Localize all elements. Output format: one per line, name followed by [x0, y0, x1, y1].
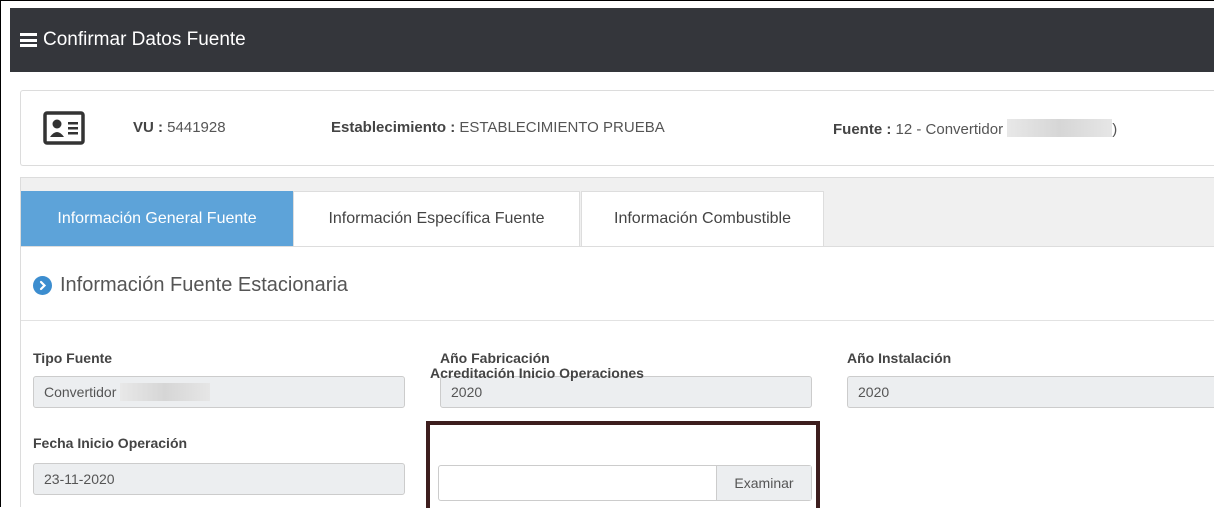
acreditacion-file-input[interactable]: Examinar	[438, 465, 812, 501]
source-suffix: )	[1112, 121, 1118, 138]
redacted-block	[120, 383, 211, 401]
tab-bar: Información General Fuente Información E…	[21, 178, 1214, 247]
vu-field: VU : 5441928	[133, 119, 226, 136]
examinar-label: Examinar	[734, 475, 794, 491]
source-info-box: VU : 5441928 Establecimiento : ESTABLECI…	[20, 90, 1214, 166]
tab-informacion-combustible[interactable]: Información Combustible	[581, 191, 824, 246]
source-field: Fuente : 12 - Convertidor )	[833, 119, 1117, 138]
app-frame: Confirmar Datos Fuente VU : 5441928 Esta…	[0, 0, 1214, 508]
tab-label: Información Específica Fuente	[328, 210, 545, 227]
anio-fabricacion-value: 2020	[451, 384, 483, 400]
vu-label: VU :	[133, 119, 163, 136]
establishment-value: ESTABLECIMIENTO PRUEBA	[459, 119, 665, 136]
tab-label: Información Combustible	[614, 210, 791, 227]
fecha-inicio-label: Fecha Inicio Operación	[33, 435, 188, 451]
establishment-field: Establecimiento : ESTABLECIMIENTO PRUEBA	[331, 119, 665, 136]
tipo-fuente-label: Tipo Fuente	[33, 350, 113, 366]
top-bar: Confirmar Datos Fuente	[10, 8, 1214, 72]
vu-value: 5441928	[167, 119, 226, 136]
anio-fabricacion-label: Año Fabricación	[440, 350, 550, 366]
source-value: 12 - Convertidor	[895, 121, 1004, 138]
anio-instalacion-label: Año Instalación	[847, 350, 952, 366]
fecha-inicio-value: 23-11-2020	[44, 471, 115, 487]
tab-informacion-especifica[interactable]: Información Específica Fuente	[293, 191, 580, 246]
page-title: Confirmar Datos Fuente	[43, 29, 246, 50]
section-title: Información Fuente Estacionaria	[33, 274, 348, 297]
menu-icon[interactable]	[20, 33, 37, 47]
id-card-icon	[43, 111, 85, 145]
chevron-right-icon	[33, 276, 52, 295]
anio-instalacion-field[interactable]: 2020	[847, 376, 1214, 408]
main-content: VU : 5441928 Establecimiento : ESTABLECI…	[10, 72, 1214, 508]
tab-informacion-general[interactable]: Información General Fuente	[21, 191, 293, 246]
establishment-label: Establecimiento :	[331, 119, 456, 136]
section-divider	[21, 320, 1214, 321]
fecha-inicio-field[interactable]: 23-11-2020	[33, 463, 405, 495]
acreditacion-label: Acreditación Inicio Operaciones	[430, 365, 644, 381]
tipo-fuente-value: Convertidor	[44, 384, 117, 400]
redacted-block	[1007, 119, 1113, 137]
anio-instalacion-value: 2020	[858, 384, 890, 400]
tipo-fuente-field[interactable]: Convertidor	[33, 376, 405, 408]
examinar-button[interactable]: Examinar	[716, 466, 811, 500]
source-label: Fuente :	[833, 121, 892, 138]
tab-label: Información General Fuente	[57, 210, 257, 227]
section-title-text: Información Fuente Estacionaria	[60, 274, 348, 296]
